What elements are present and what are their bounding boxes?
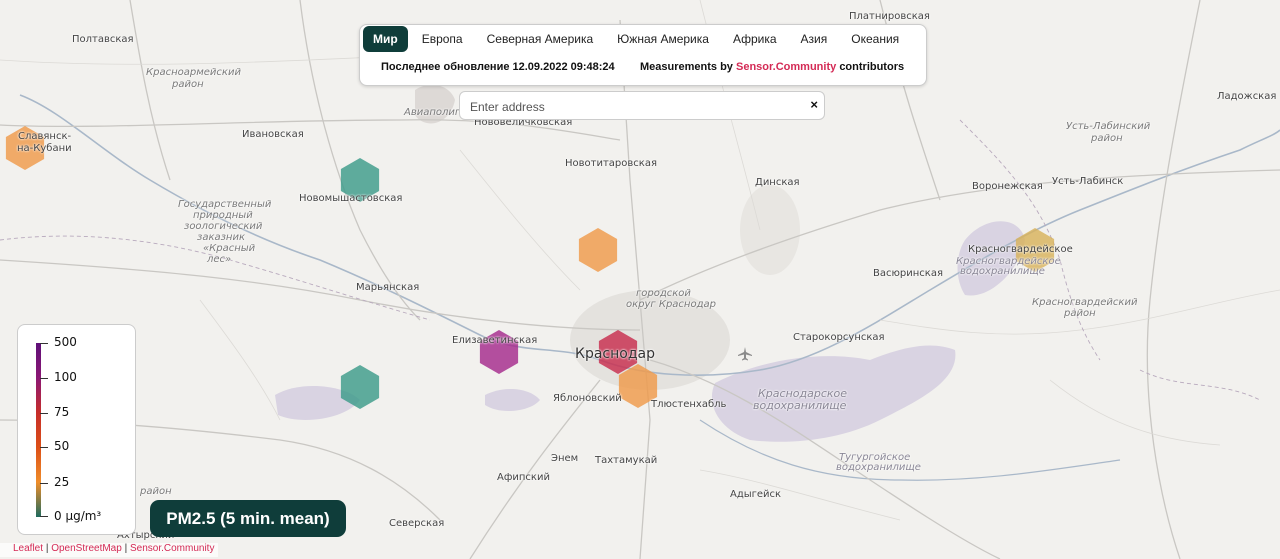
label-krasnodar: Краснодар <box>575 346 655 362</box>
label-adygeysk: Адыгейск <box>730 489 782 500</box>
legend-label-75: 75 <box>54 405 70 419</box>
label-district-fragment: район <box>140 486 172 497</box>
tab-south-america[interactable]: Южная Америка <box>607 26 719 52</box>
label-krasnoarm-district-2: район <box>172 79 204 90</box>
label-ust-labinsk: Усть-Лабинск <box>1052 176 1124 187</box>
measurements-credit: Measurements by Sensor.Community contrib… <box>640 61 904 73</box>
dinskaya-urban <box>740 185 800 275</box>
label-slavyansk: Славянск- <box>18 131 72 142</box>
legend-tick <box>40 516 48 517</box>
label-vasyurinskaya: Васюринская <box>873 268 943 279</box>
sc-attr-link[interactable]: Sensor.Community <box>130 543 214 554</box>
label-tugurgoy-reservoir-2: водохранилище <box>836 462 921 473</box>
label-elizavetinskaya: Елизаветинская <box>452 335 538 346</box>
label-city-district-2: округ Краснодар <box>626 299 716 310</box>
map-attribution: Leaflet | OpenStreetMap | Sensor.Communi… <box>0 543 219 557</box>
last-update-text: Последнее обновление 12.09.2022 09:48:24 <box>381 61 615 73</box>
legend-tick <box>40 483 48 484</box>
tab-world[interactable]: Мир <box>363 26 408 52</box>
label-poltavskaya: Полтавская <box>72 34 134 45</box>
clear-search-icon[interactable]: × <box>810 97 818 112</box>
label-ust-lab-district-2: район <box>1091 133 1123 144</box>
legend-tick <box>40 413 48 414</box>
color-legend: 500 100 75 50 25 0 µg/m³ <box>17 324 136 535</box>
label-zapovednik-2: природный <box>193 210 253 221</box>
region-panel: Мир Европа Северная Америка Южная Америк… <box>359 24 927 86</box>
label-krasnogv-district: Красногвардейский <box>1032 297 1138 308</box>
label-zapovednik-5: «Красный <box>203 243 256 254</box>
label-krasnoarm-district: Красноармейский <box>146 67 241 78</box>
tab-europe[interactable]: Европа <box>412 26 473 52</box>
pm-selector-button[interactable]: PM2.5 (5 min. mean) <box>150 500 346 537</box>
label-zapovednik-1: Государственный <box>178 199 272 210</box>
label-ust-lab-district: Усть-Лабинский <box>1066 121 1151 132</box>
legend-tick <box>40 378 48 379</box>
label-zapovednik-6: лес» <box>207 254 232 265</box>
label-krasnogv-reservoir-2: водохранилище <box>960 266 1045 277</box>
label-starokorsunskaya: Старокорсунская <box>793 332 885 343</box>
label-tlyustenkhabl: Тлюстенхабль <box>651 399 727 410</box>
label-city-district: городской <box>636 288 691 299</box>
attr-sep: | <box>45 543 49 554</box>
label-krasnodar-reservoir-2: водохранилище <box>753 399 847 412</box>
airport-icon <box>738 347 752 361</box>
address-search: × <box>459 91 825 120</box>
label-takhtamukay: Тахтамукай <box>595 455 658 466</box>
legend-label-50: 50 <box>54 439 70 453</box>
label-enem: Энем <box>551 453 579 464</box>
label-dinskaya: Динская <box>755 177 800 188</box>
legend-label-25: 25 <box>54 475 70 489</box>
address-input[interactable] <box>468 96 792 117</box>
legend-label-500: 500 <box>54 335 77 349</box>
region-tabs: Мир Европа Северная Америка Южная Америк… <box>360 25 929 53</box>
label-voronezhskaya: Воронежская <box>972 181 1043 192</box>
legend-label-0: 0 µg/m³ <box>54 509 102 523</box>
legend-color-bar <box>36 343 41 517</box>
leaflet-link[interactable]: Leaflet <box>13 543 43 554</box>
tab-asia[interactable]: Азия <box>791 26 838 52</box>
label-krasnogv-district-2: район <box>1064 308 1096 319</box>
label-novotitarovskaya: Новотитаровская <box>565 158 657 169</box>
legend-tick <box>40 447 48 448</box>
label-ivanovskaya: Ивановская <box>242 129 304 140</box>
osm-link[interactable]: OpenStreetMap <box>51 543 122 554</box>
measurements-suffix: contributors <box>839 61 905 73</box>
label-novomyshastovskaya: Новомышастовская <box>299 193 403 204</box>
tab-africa[interactable]: Африка <box>723 26 787 52</box>
measurements-prefix: Measurements by <box>640 61 733 73</box>
sensor-community-link[interactable]: Sensor.Community <box>736 61 836 73</box>
label-slavyansk-2: на-Кубани <box>17 143 72 154</box>
tab-north-america[interactable]: Северная Америка <box>477 26 604 52</box>
label-yablonovsky: Яблоновский <box>553 393 622 404</box>
label-zapovednik-4: заказник <box>197 232 246 243</box>
label-maryanskaya: Марьянская <box>356 282 420 293</box>
label-afipsky: Афипский <box>497 472 550 483</box>
label-krasnogvardeyskoe: Красногвардейское <box>968 244 1073 255</box>
tab-oceania[interactable]: Океания <box>841 26 909 52</box>
legend-label-100: 100 <box>54 370 77 384</box>
label-severskaya: Северская <box>389 518 445 529</box>
label-zapovednik-3: зоологический <box>184 221 263 232</box>
attr-sep: | <box>124 543 128 554</box>
legend-tick <box>40 343 48 344</box>
label-platnirovskaya: Платнировская <box>849 11 930 22</box>
label-ladozhskaya: Ладожская <box>1217 91 1277 102</box>
